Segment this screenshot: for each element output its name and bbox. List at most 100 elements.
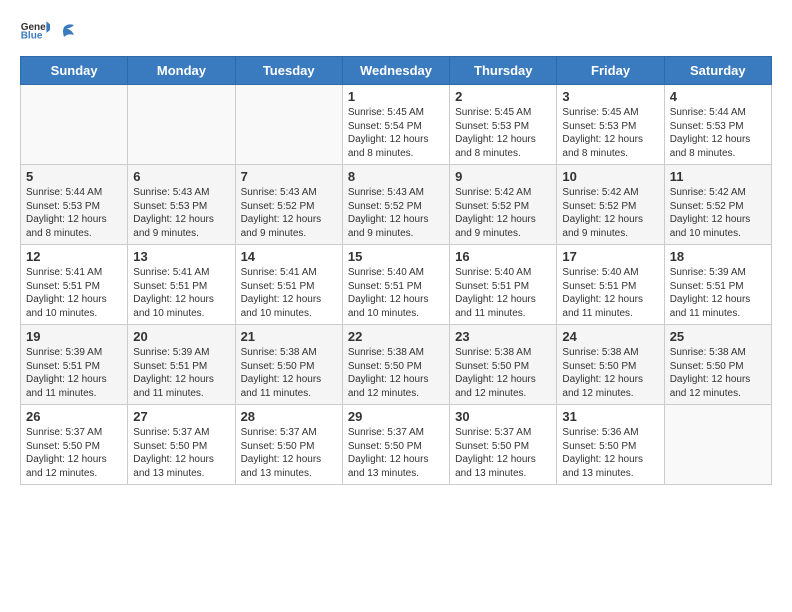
- logo: General Blue: [20, 20, 76, 40]
- calendar-cell: [235, 85, 342, 165]
- logo-bird-icon: [54, 23, 76, 41]
- day-number: 26: [26, 409, 122, 424]
- calendar-cell: 23Sunrise: 5:38 AM Sunset: 5:50 PM Dayli…: [450, 325, 557, 405]
- day-of-week-header: Saturday: [664, 57, 771, 85]
- calendar-cell: 29 Sunrise: 5:37 AM Sunset: 5:50 PM Dayli…: [342, 405, 449, 485]
- calendar-cell: 17 Sunrise: 5:40 AM Sunset: 5:51 PM Dayli…: [557, 245, 664, 325]
- day-number: 9: [455, 169, 551, 184]
- day-number: 6: [133, 169, 229, 184]
- day-number: 8: [348, 169, 444, 184]
- day-of-week-header: Monday: [128, 57, 235, 85]
- calendar-week-row: 12 Sunrise: 5:41 AM Sunset: 5:51 PM Dayli…: [21, 245, 772, 325]
- day-info: Sunrise: 5:38 AM Sunset: 5:50 PM Dayligh…: [670, 346, 766, 400]
- calendar-cell: 10 Sunrise: 5:42 AM Sunset: 5:52 PM Dayli…: [557, 165, 664, 245]
- calendar-cell: 2Sunrise: 5:45 AM Sunset: 5:53 PM Daylig…: [450, 85, 557, 165]
- day-number: 5: [26, 169, 122, 184]
- calendar-cell: 16Sunrise: 5:40 AM Sunset: 5:51 PM Dayli…: [450, 245, 557, 325]
- day-info: Sunrise: 5:37 AM Sunset: 5:50 PM Dayligh…: [455, 426, 551, 480]
- day-info: Sunrise: 5:37 AM Sunset: 5:50 PM Dayligh…: [133, 426, 229, 480]
- day-info: Sunrise: 5:40 AM Sunset: 5:51 PM Dayligh…: [562, 266, 658, 320]
- calendar-cell: 18 Sunrise: 5:39 AM Sunset: 5:51 PM Dayli…: [664, 245, 771, 325]
- day-info: Sunrise: 5:40 AM Sunset: 5:51 PM Dayligh…: [348, 266, 444, 320]
- day-info: Sunrise: 5:45 AM Sunset: 5:54 PM Dayligh…: [348, 106, 444, 160]
- day-info: Sunrise: 5:41 AM Sunset: 5:51 PM Dayligh…: [26, 266, 122, 320]
- day-of-week-header: Friday: [557, 57, 664, 85]
- day-info: Sunrise: 5:39 AM Sunset: 5:51 PM Dayligh…: [670, 266, 766, 320]
- day-number: 21: [241, 329, 337, 344]
- day-info: Sunrise: 5:43 AM Sunset: 5:53 PM Dayligh…: [133, 186, 229, 240]
- day-info: Sunrise: 5:45 AM Sunset: 5:53 PM Dayligh…: [562, 106, 658, 160]
- day-number: 3: [562, 89, 658, 104]
- day-info: Sunrise: 5:43 AM Sunset: 5:52 PM Dayligh…: [348, 186, 444, 240]
- day-number: 31: [562, 409, 658, 424]
- calendar-cell: 27 Sunrise: 5:37 AM Sunset: 5:50 PM Dayli…: [128, 405, 235, 485]
- day-info: Sunrise: 5:37 AM Sunset: 5:50 PM Dayligh…: [26, 426, 122, 480]
- day-info: Sunrise: 5:37 AM Sunset: 5:50 PM Dayligh…: [241, 426, 337, 480]
- day-number: 27: [133, 409, 229, 424]
- day-number: 22: [348, 329, 444, 344]
- calendar-cell: 22 Sunrise: 5:38 AM Sunset: 5:50 PM Dayli…: [342, 325, 449, 405]
- calendar-cell: 5 Sunrise: 5:44 AM Sunset: 5:53 PM Daylig…: [21, 165, 128, 245]
- calendar-cell: 13 Sunrise: 5:41 AM Sunset: 5:51 PM Dayli…: [128, 245, 235, 325]
- calendar-week-row: 26 Sunrise: 5:37 AM Sunset: 5:50 PM Dayli…: [21, 405, 772, 485]
- calendar-cell: 7 Sunrise: 5:43 AM Sunset: 5:52 PM Daylig…: [235, 165, 342, 245]
- calendar-week-row: 5 Sunrise: 5:44 AM Sunset: 5:53 PM Daylig…: [21, 165, 772, 245]
- day-number: 29: [348, 409, 444, 424]
- day-info: Sunrise: 5:42 AM Sunset: 5:52 PM Dayligh…: [562, 186, 658, 240]
- calendar-cell: 12 Sunrise: 5:41 AM Sunset: 5:51 PM Dayli…: [21, 245, 128, 325]
- day-info: Sunrise: 5:41 AM Sunset: 5:51 PM Dayligh…: [133, 266, 229, 320]
- day-info: Sunrise: 5:41 AM Sunset: 5:51 PM Dayligh…: [241, 266, 337, 320]
- day-number: 15: [348, 249, 444, 264]
- day-info: Sunrise: 5:44 AM Sunset: 5:53 PM Dayligh…: [26, 186, 122, 240]
- calendar-cell: 25Sunrise: 5:38 AM Sunset: 5:50 PM Dayli…: [664, 325, 771, 405]
- calendar-body: 1 Sunrise: 5:45 AM Sunset: 5:54 PM Daylig…: [21, 85, 772, 485]
- day-number: 1: [348, 89, 444, 104]
- logo-icon: General Blue: [20, 20, 50, 40]
- day-info: Sunrise: 5:38 AM Sunset: 5:50 PM Dayligh…: [455, 346, 551, 400]
- calendar-cell: 6 Sunrise: 5:43 AM Sunset: 5:53 PM Daylig…: [128, 165, 235, 245]
- day-info: Sunrise: 5:38 AM Sunset: 5:50 PM Dayligh…: [348, 346, 444, 400]
- header: General Blue: [20, 20, 772, 40]
- day-info: Sunrise: 5:38 AM Sunset: 5:50 PM Dayligh…: [562, 346, 658, 400]
- calendar-cell: 11 Sunrise: 5:42 AM Sunset: 5:52 PM Dayli…: [664, 165, 771, 245]
- day-info: Sunrise: 5:43 AM Sunset: 5:52 PM Dayligh…: [241, 186, 337, 240]
- day-number: 28: [241, 409, 337, 424]
- day-number: 11: [670, 169, 766, 184]
- calendar-cell: 24 Sunrise: 5:38 AM Sunset: 5:50 PM Dayli…: [557, 325, 664, 405]
- calendar-cell: 15 Sunrise: 5:40 AM Sunset: 5:51 PM Dayli…: [342, 245, 449, 325]
- calendar-cell: 26 Sunrise: 5:37 AM Sunset: 5:50 PM Dayli…: [21, 405, 128, 485]
- day-number: 10: [562, 169, 658, 184]
- svg-text:Blue: Blue: [21, 31, 43, 40]
- day-info: Sunrise: 5:36 AM Sunset: 5:50 PM Dayligh…: [562, 426, 658, 480]
- calendar-cell: [664, 405, 771, 485]
- day-of-week-header: Sunday: [21, 57, 128, 85]
- day-info: Sunrise: 5:39 AM Sunset: 5:51 PM Dayligh…: [26, 346, 122, 400]
- day-info: Sunrise: 5:37 AM Sunset: 5:50 PM Dayligh…: [348, 426, 444, 480]
- day-number: 14: [241, 249, 337, 264]
- calendar-cell: 8 Sunrise: 5:43 AM Sunset: 5:52 PM Daylig…: [342, 165, 449, 245]
- day-number: 17: [562, 249, 658, 264]
- calendar-cell: [21, 85, 128, 165]
- calendar-cell: 3 Sunrise: 5:45 AM Sunset: 5:53 PM Daylig…: [557, 85, 664, 165]
- calendar-cell: 9 Sunrise: 5:42 AM Sunset: 5:52 PM Daylig…: [450, 165, 557, 245]
- day-number: 18: [670, 249, 766, 264]
- day-number: 13: [133, 249, 229, 264]
- calendar-cell: 14 Sunrise: 5:41 AM Sunset: 5:51 PM Dayli…: [235, 245, 342, 325]
- calendar-cell: 4Sunrise: 5:44 AM Sunset: 5:53 PM Daylig…: [664, 85, 771, 165]
- day-info: Sunrise: 5:42 AM Sunset: 5:52 PM Dayligh…: [670, 186, 766, 240]
- day-of-week-header: Thursday: [450, 57, 557, 85]
- day-number: 4: [670, 89, 766, 104]
- day-number: 24: [562, 329, 658, 344]
- calendar-cell: [128, 85, 235, 165]
- calendar-cell: 30Sunrise: 5:37 AM Sunset: 5:50 PM Dayli…: [450, 405, 557, 485]
- day-number: 7: [241, 169, 337, 184]
- day-of-week-header: Wednesday: [342, 57, 449, 85]
- calendar-cell: 31 Sunrise: 5:36 AM Sunset: 5:50 PM Dayli…: [557, 405, 664, 485]
- calendar-week-row: 1 Sunrise: 5:45 AM Sunset: 5:54 PM Daylig…: [21, 85, 772, 165]
- day-info: Sunrise: 5:42 AM Sunset: 5:52 PM Dayligh…: [455, 186, 551, 240]
- day-number: 12: [26, 249, 122, 264]
- day-number: 20: [133, 329, 229, 344]
- day-number: 2: [455, 89, 551, 104]
- calendar-week-row: 19Sunrise: 5:39 AM Sunset: 5:51 PM Dayli…: [21, 325, 772, 405]
- calendar-cell: 19Sunrise: 5:39 AM Sunset: 5:51 PM Dayli…: [21, 325, 128, 405]
